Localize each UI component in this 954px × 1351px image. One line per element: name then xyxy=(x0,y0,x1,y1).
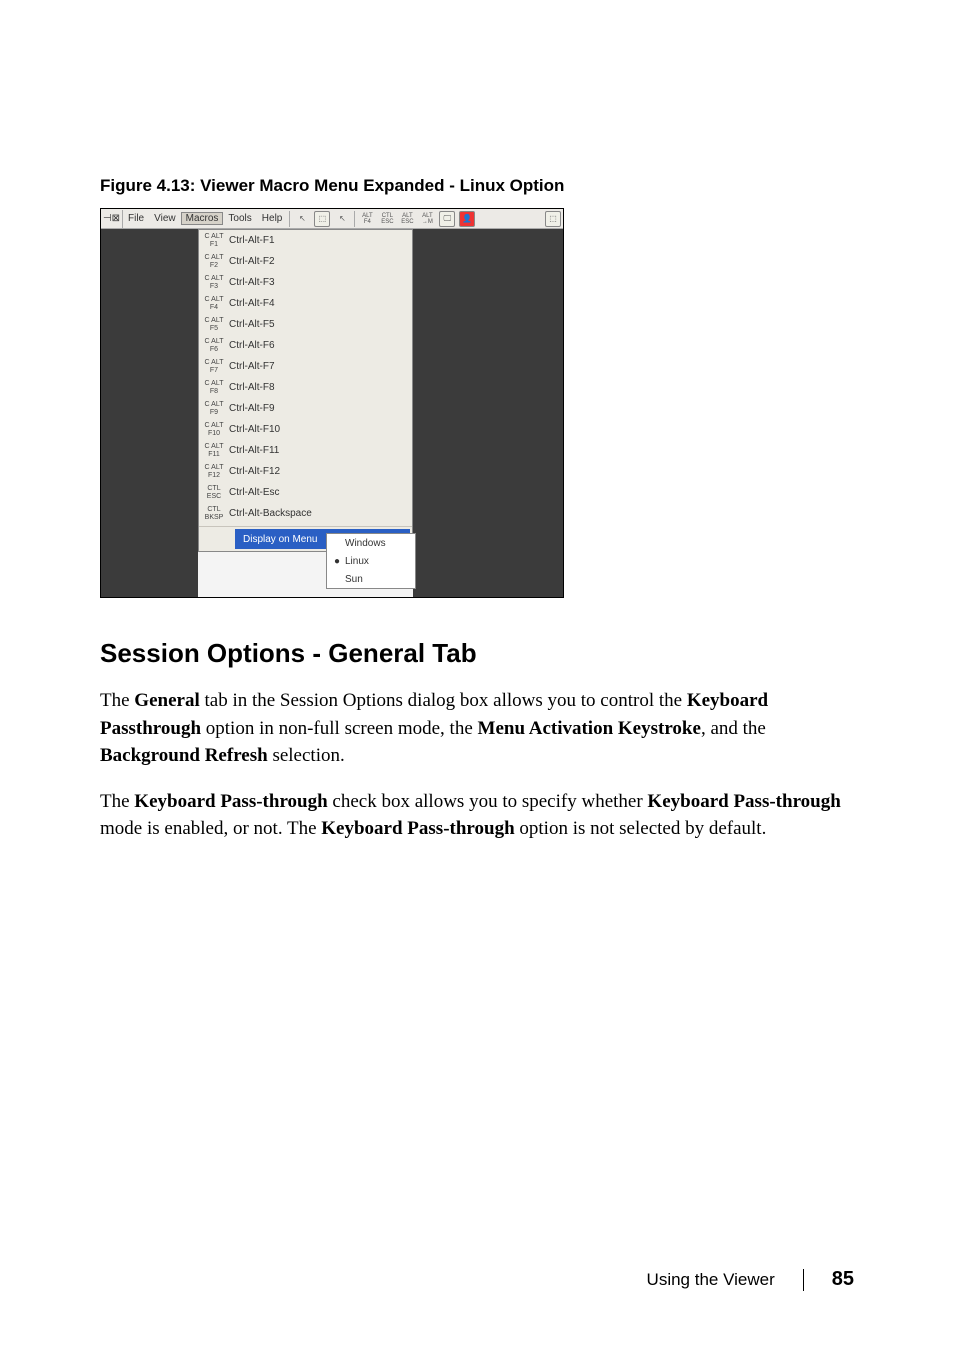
macro-label: Ctrl-Alt-F5 xyxy=(225,319,275,330)
toolbar-separator xyxy=(354,211,355,227)
macro-icon: C ALT F12 xyxy=(203,464,225,480)
alt-esc-icon[interactable]: ALT ESC xyxy=(399,211,415,227)
macro-icon: C ALT F3 xyxy=(203,275,225,291)
display-submenu: Windows ●Linux Sun xyxy=(326,533,416,589)
person-icon[interactable]: 👤 xyxy=(459,211,475,227)
alt-f4-icon[interactable]: ALT F4 xyxy=(359,211,375,227)
pin-icon[interactable]: ⊣⊠ xyxy=(101,210,123,228)
macro-icon: C ALT F6 xyxy=(203,338,225,354)
macro-item-ctrl-alt-f7[interactable]: C ALT F7Ctrl-Alt-F7 xyxy=(199,356,412,377)
macro-label: Ctrl-Alt-F2 xyxy=(225,256,275,267)
screen-icon[interactable]: 🖵 xyxy=(439,211,455,227)
radio-selected-icon: ● xyxy=(331,556,343,567)
submenu-label: Linux xyxy=(343,556,369,567)
paragraph-1: The General tab in the Session Options d… xyxy=(100,687,854,770)
section-heading: Session Options - General Tab xyxy=(100,638,854,669)
macro-label: Ctrl-Alt-F11 xyxy=(225,445,279,456)
macro-item-ctrl-alt-f12[interactable]: C ALT F12Ctrl-Alt-F12 xyxy=(199,461,412,482)
figure-caption: Figure 4.13: Viewer Macro Menu Expanded … xyxy=(100,176,854,196)
macro-item-ctrl-alt-f10[interactable]: C ALT F10Ctrl-Alt-F10 xyxy=(199,419,412,440)
submenu-label: Sun xyxy=(343,574,363,585)
macro-item-ctrl-alt-backspace[interactable]: CTL BKSPCtrl-Alt-Backspace xyxy=(199,503,412,524)
menubar: ⊣⊠ File View Macros Tools Help ↖ ⬚ ↖ ALT… xyxy=(101,209,563,229)
page-number: 85 xyxy=(832,1268,854,1291)
menu-view[interactable]: View xyxy=(149,213,181,224)
page-footer: Using the Viewer 85 xyxy=(647,1268,854,1291)
footer-divider xyxy=(803,1269,804,1291)
macro-label: Ctrl-Alt-F12 xyxy=(225,466,280,477)
macro-label: Ctrl-Alt-F10 xyxy=(225,424,280,435)
macro-item-ctrl-alt-f9[interactable]: C ALT F9Ctrl-Alt-F9 xyxy=(199,398,412,419)
macro-icon: C ALT F5 xyxy=(203,317,225,333)
macro-label: Ctrl-Alt-Esc xyxy=(225,487,280,498)
macro-icon: C ALT F9 xyxy=(203,401,225,417)
viewer-body-left xyxy=(101,229,198,597)
macro-item-ctrl-alt-f4[interactable]: C ALT F4Ctrl-Alt-F4 xyxy=(199,293,412,314)
macro-label: Ctrl-Alt-F4 xyxy=(225,298,275,309)
ctl-esc-icon[interactable]: CTL ESC xyxy=(379,211,395,227)
macro-icon: CTL BKSP xyxy=(203,506,225,522)
viewer-body-right xyxy=(413,229,563,597)
toolbar-separator xyxy=(289,211,290,227)
macro-label: Ctrl-Alt-F6 xyxy=(225,340,275,351)
dual-screen-icon[interactable]: ⬚ xyxy=(545,211,561,227)
macro-label: Ctrl-Alt-Backspace xyxy=(225,508,312,519)
menu-help[interactable]: Help xyxy=(257,213,288,224)
macro-item-ctrl-alt-f8[interactable]: C ALT F8Ctrl-Alt-F8 xyxy=(199,377,412,398)
macro-icon: C ALT F2 xyxy=(203,254,225,270)
macro-label: Ctrl-Alt-F8 xyxy=(225,382,275,393)
footer-section: Using the Viewer xyxy=(647,1270,775,1290)
macro-icon: CTL ESC xyxy=(203,485,225,501)
dropdown-separator xyxy=(199,526,412,527)
submenu-item-sun[interactable]: Sun xyxy=(327,570,415,588)
menu-macros[interactable]: Macros xyxy=(181,212,224,225)
macro-item-ctrl-alt-esc[interactable]: CTL ESCCtrl-Alt-Esc xyxy=(199,482,412,503)
macro-icon: C ALT F7 xyxy=(203,359,225,375)
screenshot-container: ⊣⊠ File View Macros Tools Help ↖ ⬚ ↖ ALT… xyxy=(100,208,564,598)
macro-item-ctrl-alt-f11[interactable]: C ALT F11Ctrl-Alt-F11 xyxy=(199,440,412,461)
macro-item-ctrl-alt-f6[interactable]: C ALT F6Ctrl-Alt-F6 xyxy=(199,335,412,356)
display-on-menu-label: Display on Menu xyxy=(243,534,317,545)
macro-item-ctrl-alt-f5[interactable]: C ALT F5Ctrl-Alt-F5 xyxy=(199,314,412,335)
submenu-item-linux[interactable]: ●Linux xyxy=(327,552,415,570)
cursor-mode-icon[interactable]: ↖ xyxy=(294,211,310,227)
macro-icon: C ALT F10 xyxy=(203,422,225,438)
macro-label: Ctrl-Alt-F7 xyxy=(225,361,275,372)
macro-icon: C ALT F4 xyxy=(203,296,225,312)
macro-icon: C ALT F1 xyxy=(203,233,225,249)
align-icon[interactable]: ⬚ xyxy=(314,211,330,227)
cursor-icon[interactable]: ↖ xyxy=(334,211,350,227)
macro-icon: C ALT F11 xyxy=(203,443,225,459)
macro-label: Ctrl-Alt-F3 xyxy=(225,277,275,288)
macro-item-ctrl-alt-f3[interactable]: C ALT F3Ctrl-Alt-F3 xyxy=(199,272,412,293)
macro-item-ctrl-alt-f1[interactable]: C ALT F1Ctrl-Alt-F1 xyxy=(199,230,412,251)
paragraph-2: The Keyboard Pass-through check box allo… xyxy=(100,788,854,843)
macro-label: Ctrl-Alt-F1 xyxy=(225,235,275,246)
macro-icon: C ALT F8 xyxy=(203,380,225,396)
submenu-item-windows[interactable]: Windows xyxy=(327,534,415,552)
macro-label: Ctrl-Alt-F9 xyxy=(225,403,275,414)
submenu-label: Windows xyxy=(343,538,386,549)
alt-m-icon[interactable]: ALT →M xyxy=(419,211,435,227)
macro-item-ctrl-alt-f2[interactable]: C ALT F2Ctrl-Alt-F2 xyxy=(199,251,412,272)
macros-dropdown: C ALT F1Ctrl-Alt-F1 C ALT F2Ctrl-Alt-F2 … xyxy=(198,229,413,552)
menu-file[interactable]: File xyxy=(123,213,149,224)
menu-tools[interactable]: Tools xyxy=(223,213,256,224)
